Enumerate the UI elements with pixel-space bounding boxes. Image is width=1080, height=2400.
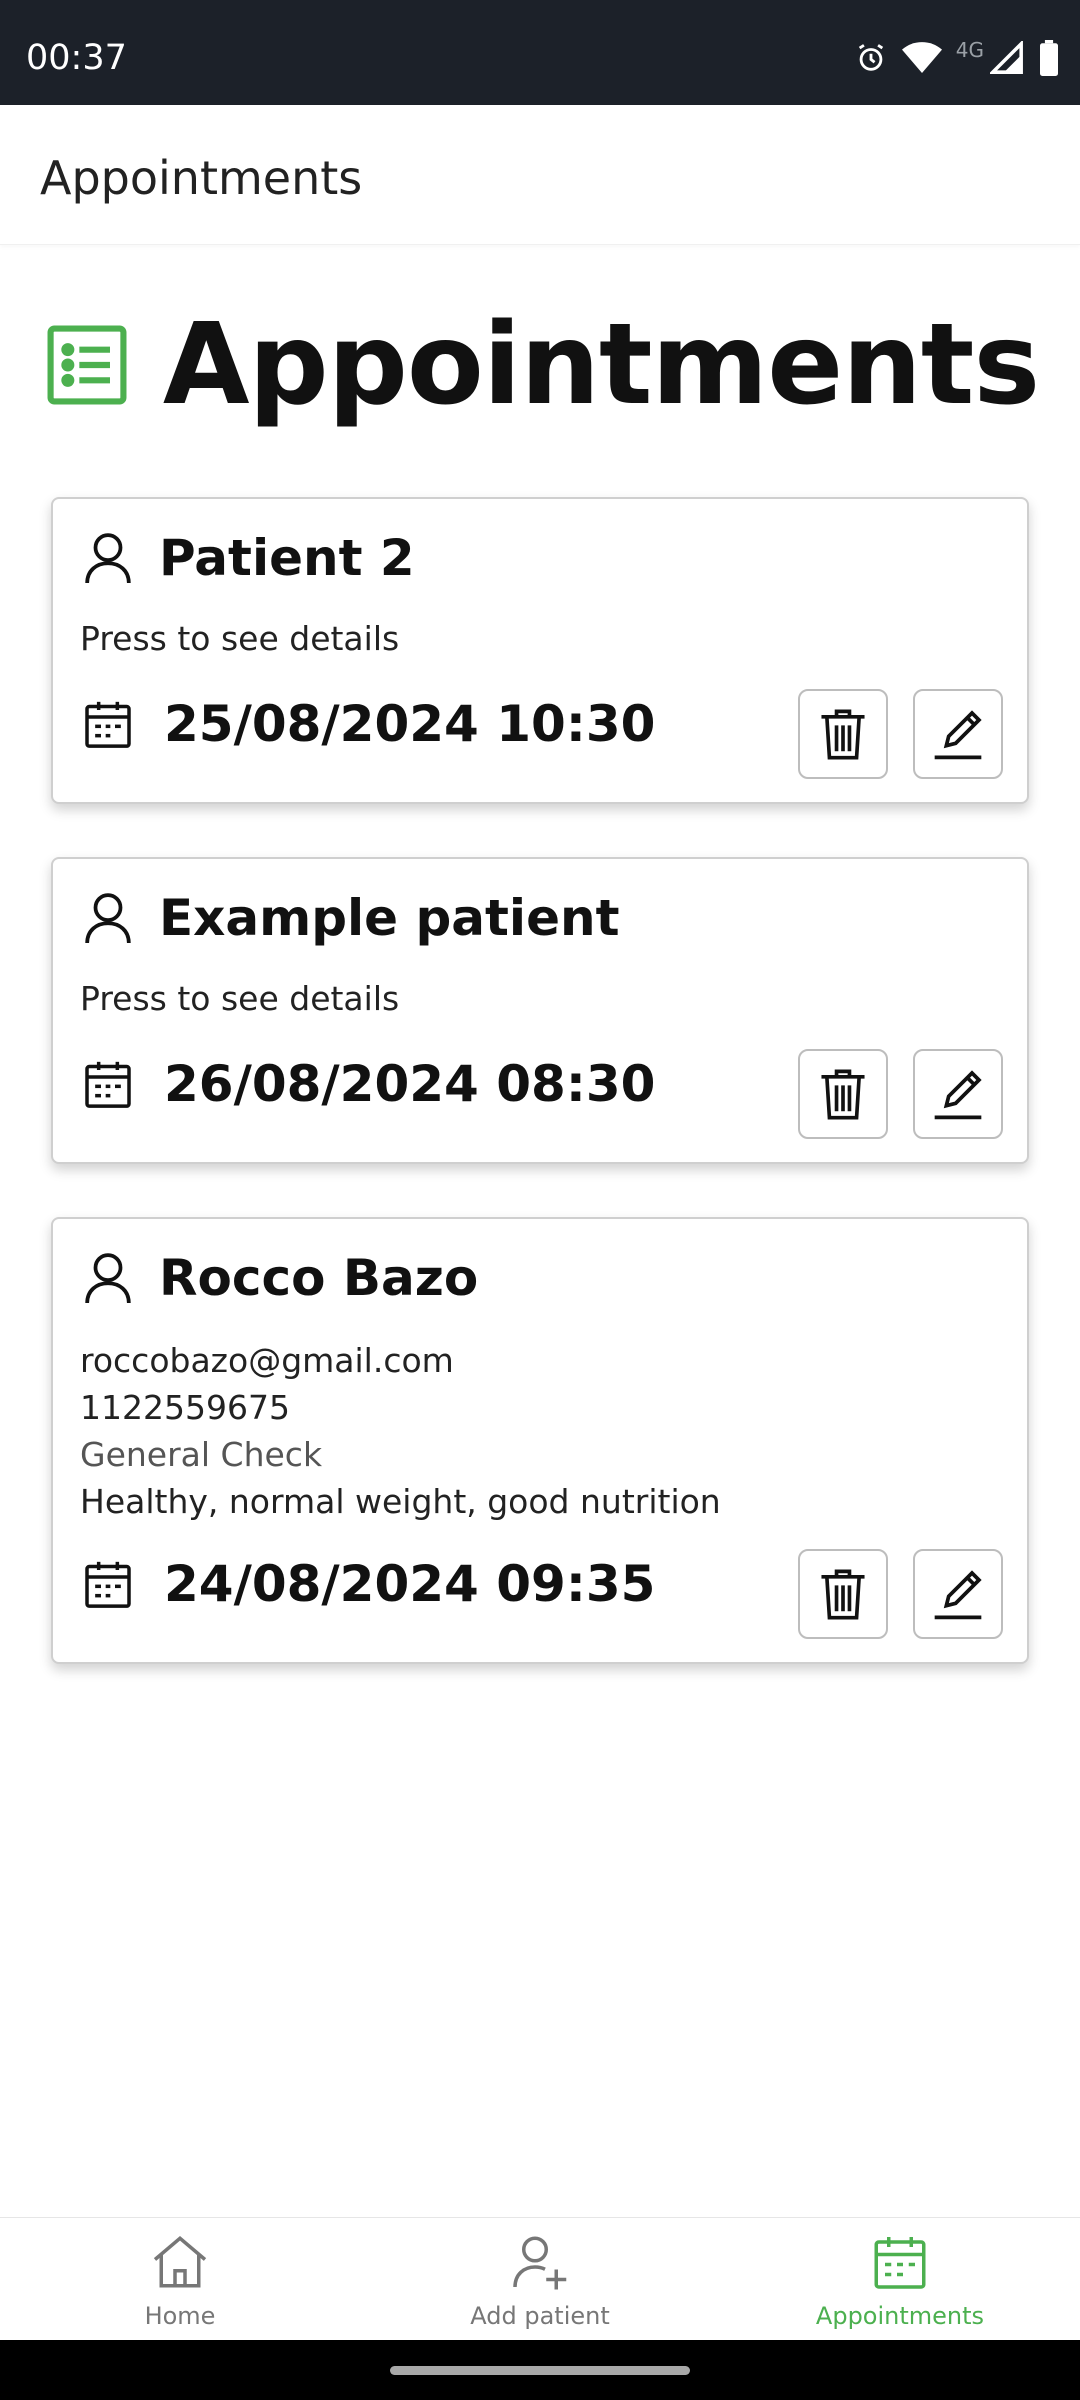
appointment-card[interactable]: Example patient Press to see details 26/…: [51, 857, 1029, 1164]
page-title: Appointments: [162, 300, 1040, 430]
appointment-datetime: 25/08/2024 10:30: [164, 695, 656, 753]
patient-email: roccobazo@gmail.com: [80, 1341, 454, 1380]
patient-phone: 1122559675: [80, 1388, 290, 1427]
details-hint: Press to see details: [80, 619, 400, 658]
edit-button[interactable]: [913, 689, 1003, 779]
person-icon: [85, 893, 131, 944]
appointment-notes: Healthy, normal weight, good nutrition: [80, 1482, 721, 1521]
edit-button[interactable]: [913, 1049, 1003, 1139]
nav-item-add-patient[interactable]: Add patient: [360, 2218, 720, 2341]
battery-icon: [1040, 40, 1058, 76]
app-bar-title: Appointments: [40, 151, 363, 205]
list-icon: [47, 325, 127, 405]
nav-label: Home: [144, 2302, 216, 2330]
wifi-icon: [901, 42, 942, 73]
nav-label: Appointments: [815, 2302, 985, 2330]
add-person-icon: [513, 2236, 567, 2290]
nav-item-home[interactable]: Home: [0, 2218, 360, 2341]
card-header: Patient 2: [83, 529, 415, 587]
signal-icon: [990, 41, 1023, 74]
calendar-icon: [874, 2237, 926, 2289]
status-time: 00:37: [26, 38, 127, 78]
appointment-date-row: 26/08/2024 08:30: [80, 1055, 655, 1113]
card-header: Example patient: [83, 889, 619, 947]
calendar-icon: [85, 1061, 131, 1108]
trash-icon: [821, 709, 865, 760]
trash-icon: [821, 1069, 865, 1120]
patient-name: Patient 2: [159, 529, 415, 587]
patient-name: Example patient: [159, 889, 620, 947]
page-header: Appointments: [0, 300, 1080, 430]
app-bar: Appointments: [0, 105, 1080, 245]
trash-icon: [821, 1569, 865, 1620]
gesture-bar: [0, 2340, 1080, 2400]
bottom-navigation: Home Add patient Appointments: [0, 2217, 1080, 2340]
person-icon: [85, 533, 131, 584]
appointment-date-row: 25/08/2024 10:30: [80, 695, 655, 753]
status-icons: 4G: [854, 38, 1060, 76]
status-bar: 00:37 4G: [0, 0, 1080, 105]
pencil-icon: [934, 1070, 982, 1120]
person-icon: [85, 1253, 131, 1304]
appointment-datetime: 26/08/2024 08:30: [164, 1055, 656, 1113]
card-header: Rocco Bazo: [83, 1249, 478, 1307]
details-hint: Press to see details: [80, 979, 400, 1018]
delete-button[interactable]: [798, 1549, 888, 1639]
pencil-icon: [934, 1570, 982, 1620]
pencil-icon: [934, 710, 982, 760]
home-gesture-handle[interactable]: [390, 2366, 690, 2375]
network-type-label: 4G: [955, 38, 984, 62]
delete-button[interactable]: [798, 689, 888, 779]
appointment-card[interactable]: Patient 2 Press to see details 25/08/202…: [51, 497, 1029, 804]
appointment-date-row: 24/08/2024 09:35: [80, 1555, 655, 1613]
appointment-datetime: 24/08/2024 09:35: [164, 1555, 656, 1613]
calendar-icon: [85, 1561, 131, 1608]
home-icon: [153, 2235, 207, 2288]
delete-button[interactable]: [798, 1049, 888, 1139]
appointment-reason: General Check: [80, 1435, 323, 1474]
nav-label: Add patient: [470, 2302, 610, 2330]
nav-item-appointments[interactable]: Appointments: [720, 2218, 1080, 2341]
calendar-icon: [85, 701, 131, 748]
patient-name: Rocco Bazo: [159, 1249, 479, 1307]
alarm-icon: [858, 44, 883, 71]
appointment-card[interactable]: Rocco Bazo roccobazo@gmail.com 112255967…: [51, 1217, 1029, 1664]
edit-button[interactable]: [913, 1549, 1003, 1639]
